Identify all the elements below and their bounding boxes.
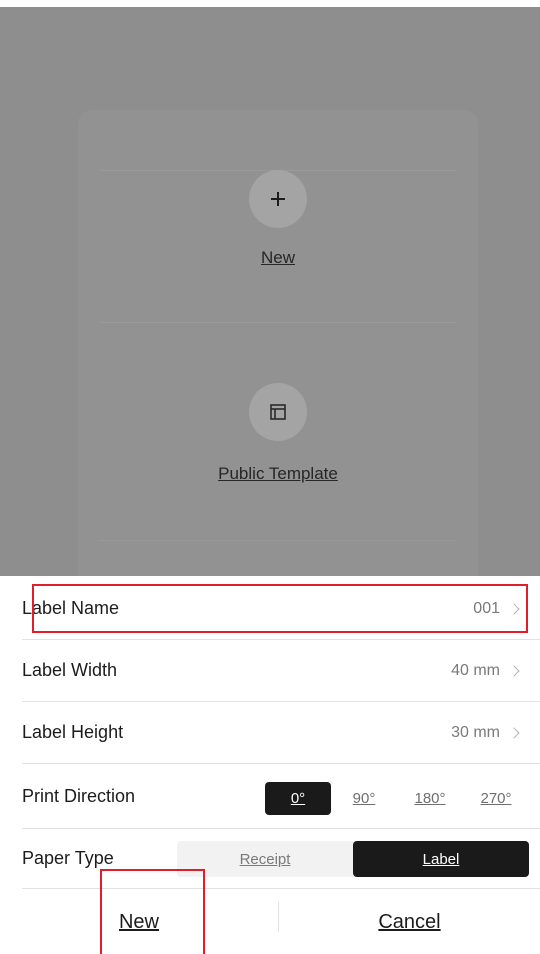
chevron-right-icon [508,664,520,677]
direction-option-90[interactable]: 90° [331,782,397,815]
print-direction-label: Print Direction [22,785,136,806]
label-name-row[interactable]: Label Name 001 [22,578,540,640]
label-name-value: 001 [473,599,500,617]
new-button[interactable]: New [0,890,278,954]
public-template-link[interactable]: Public Template [188,464,368,484]
divider [100,322,456,323]
paper-option-receipt[interactable]: Receipt [177,841,353,877]
label-width-value: 40 mm [451,661,500,679]
paper-type-segment: Receipt Label [177,841,529,877]
template-circle-button[interactable] [249,383,307,441]
cancel-button[interactable]: Cancel [279,890,540,954]
paper-option-label[interactable]: Label [353,841,529,877]
divider [100,540,456,541]
top-strip [0,0,540,7]
chevron-right-icon [508,726,520,739]
paper-type-label: Paper Type [22,848,114,868]
direction-option-180[interactable]: 180° [397,782,463,815]
print-direction-segment: 0° 90° 180° 270° [265,782,529,815]
label-height-row[interactable]: Label Height 30 mm [22,702,540,764]
direction-option-270[interactable]: 270° [463,782,529,815]
direction-option-0[interactable]: 0° [265,782,331,815]
label-height-value: 30 mm [451,723,500,741]
new-circle-button[interactable] [249,170,307,228]
label-height-label: Label Height [22,722,124,742]
new-link[interactable]: New [229,248,327,268]
label-width-row[interactable]: Label Width 40 mm [22,640,540,702]
template-icon [270,404,286,420]
sheet-actions: New Cancel [0,890,540,954]
label-width-label: Label Width [22,660,118,680]
plus-icon [271,192,285,206]
background-overlay[interactable]: New Public Template [0,0,540,576]
chevron-right-icon [508,602,520,615]
label-name-label: Label Name [22,598,120,618]
